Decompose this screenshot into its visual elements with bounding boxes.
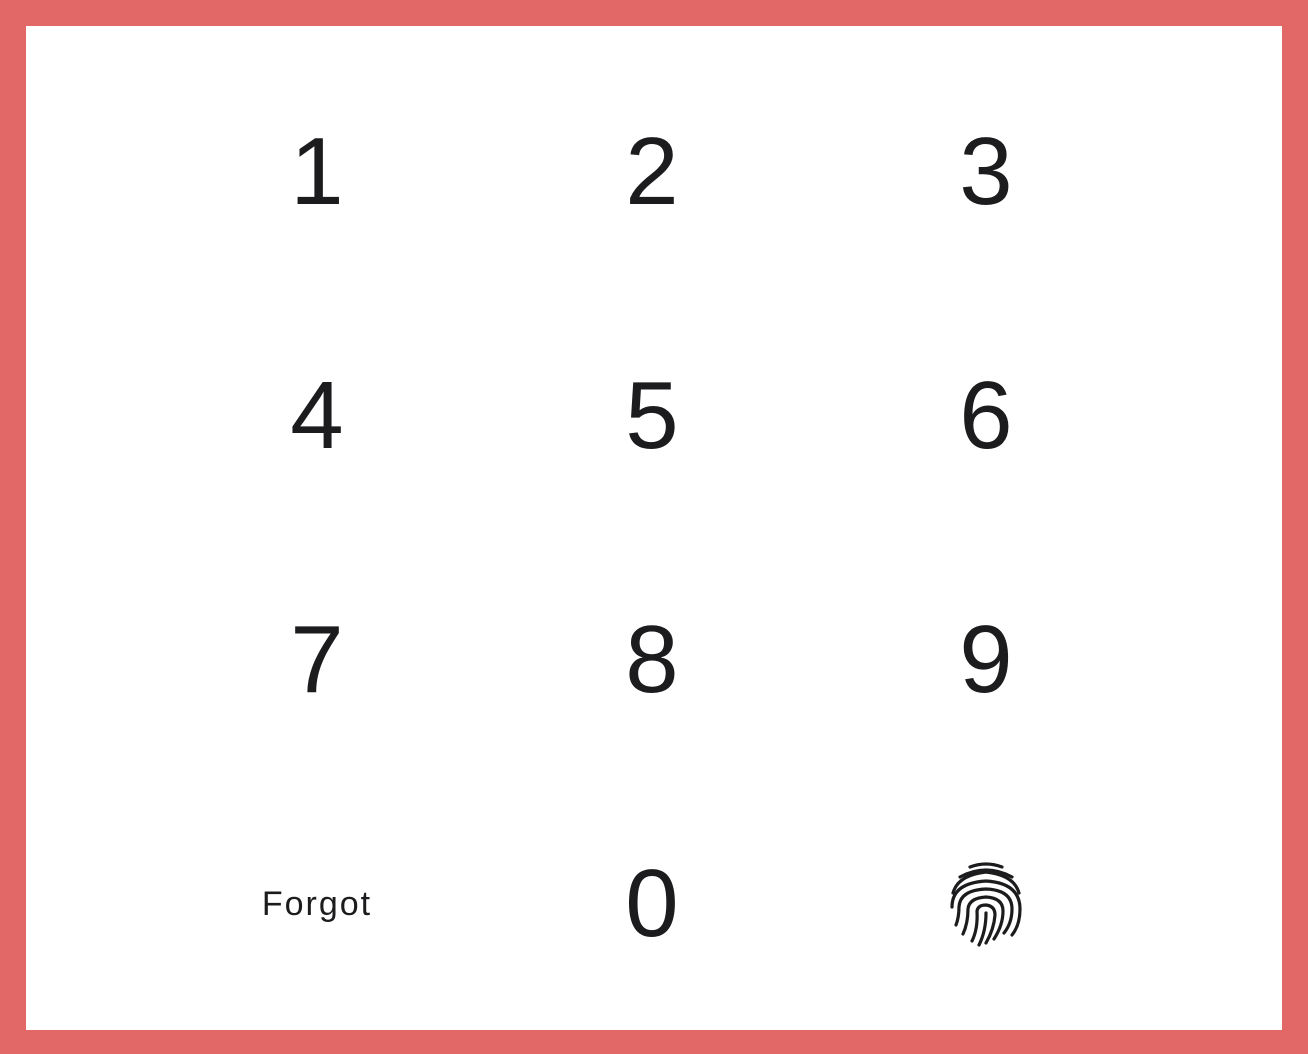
key-4[interactable]: 4 [187, 316, 447, 516]
forgot-label: Forgot [261, 884, 373, 923]
key-6-label: 6 [959, 362, 1013, 469]
fingerprint-button[interactable] [856, 804, 1116, 1004]
key-3-label: 3 [959, 118, 1013, 225]
key-3[interactable]: 3 [856, 72, 1116, 272]
forgot-button[interactable]: Forgot [187, 804, 447, 1004]
key-5-label: 5 [625, 362, 679, 469]
keypad-panel: 1 2 3 4 5 6 7 8 9 Forgot 0 [26, 26, 1282, 1030]
key-1[interactable]: 1 [187, 72, 447, 272]
key-6[interactable]: 6 [856, 316, 1116, 516]
key-2[interactable]: 2 [522, 72, 782, 272]
keypad-frame: 1 2 3 4 5 6 7 8 9 Forgot 0 [0, 0, 1308, 1054]
fingerprint-icon [944, 859, 1028, 949]
key-4-label: 4 [290, 362, 344, 469]
key-8-label: 8 [625, 606, 679, 713]
key-8[interactable]: 8 [522, 560, 782, 760]
key-9[interactable]: 9 [856, 560, 1116, 760]
key-7-label: 7 [290, 606, 344, 713]
key-5[interactable]: 5 [522, 316, 782, 516]
key-0-label: 0 [625, 850, 679, 957]
key-1-label: 1 [290, 118, 344, 225]
key-0[interactable]: 0 [522, 804, 782, 1004]
key-9-label: 9 [959, 606, 1013, 713]
key-7[interactable]: 7 [187, 560, 447, 760]
key-2-label: 2 [625, 118, 679, 225]
